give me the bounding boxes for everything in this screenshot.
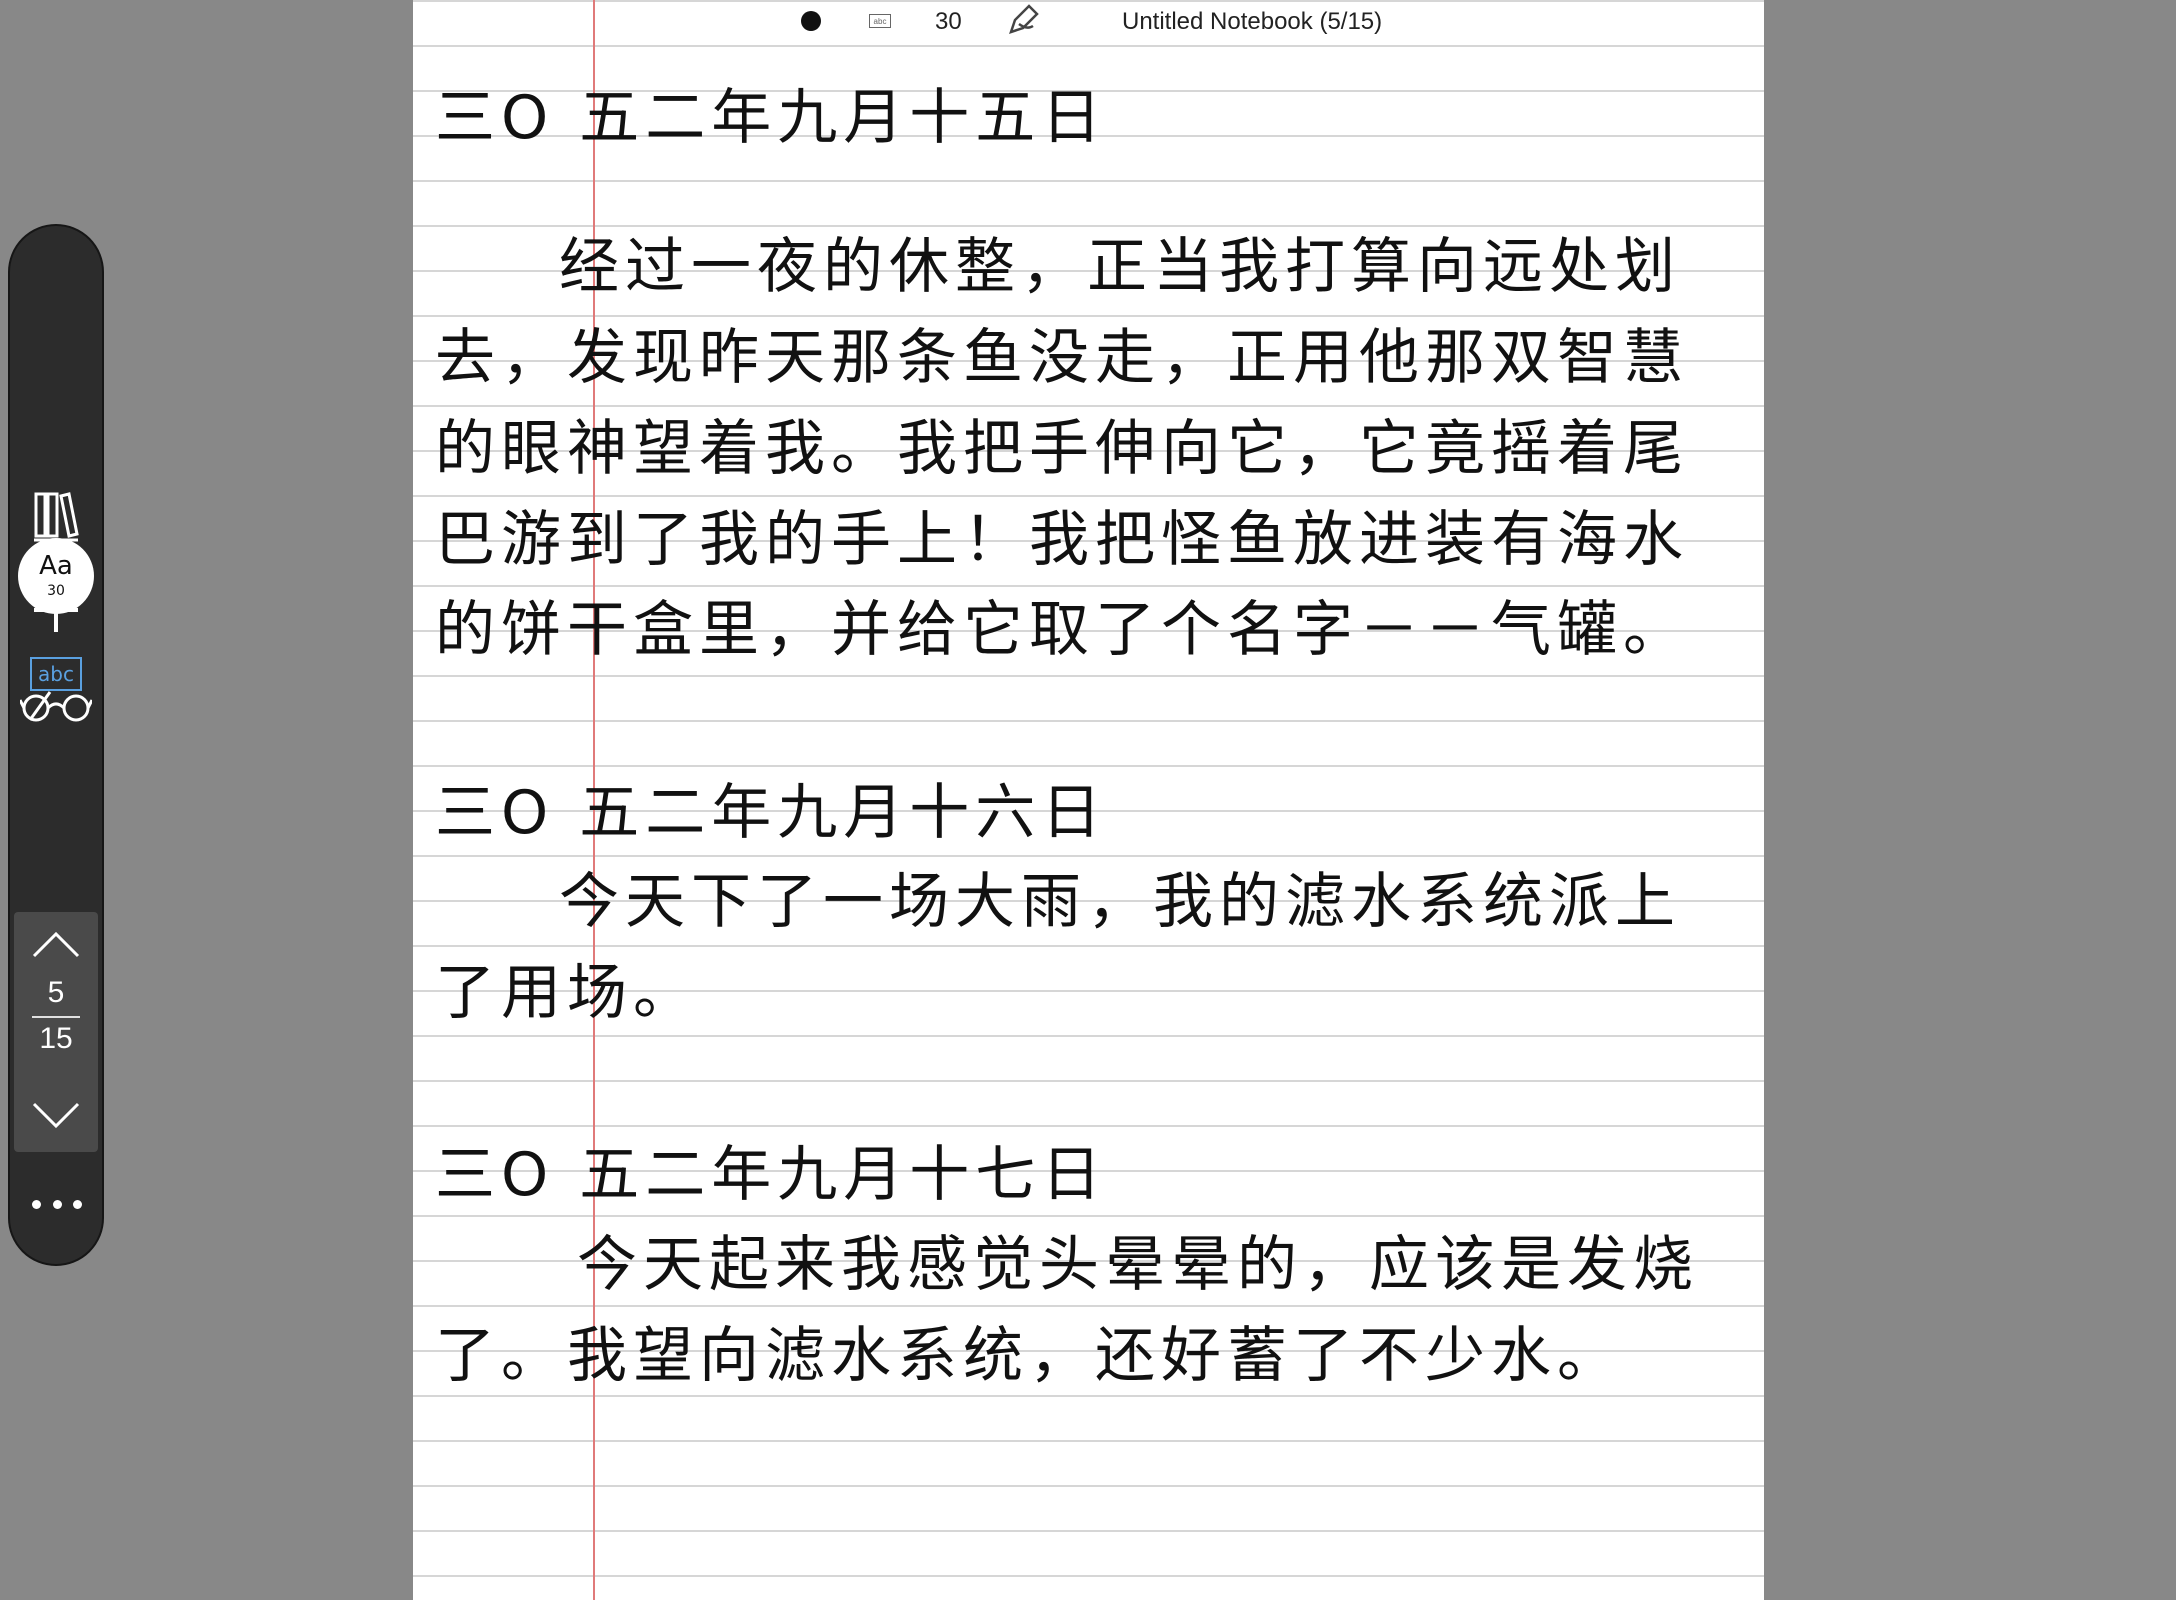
text-recognition-button[interactable]: abc bbox=[30, 657, 82, 691]
entry-line: 今天起来我感觉头晕晕的，应该是发烧 bbox=[577, 1230, 1699, 1300]
more-icon bbox=[32, 1199, 41, 1209]
current-page: 5 bbox=[47, 976, 65, 1009]
font-size-button[interactable]: Aa 30 bbox=[18, 538, 94, 614]
glasses-icon bbox=[20, 686, 92, 726]
entry-line: 巴游到了我的手上！我把怪鱼放进装有海水 bbox=[435, 505, 1689, 575]
entry-line: 今天下了一场大雨，我的滤水系统派上 bbox=[559, 867, 1681, 937]
entry-line: 的眼神望着我。我把手伸向它，它竟摇着尾 bbox=[435, 414, 1689, 484]
page-down-button[interactable] bbox=[10, 1084, 102, 1148]
entry-line: 了用场。 bbox=[435, 958, 699, 1028]
total-pages: 15 bbox=[39, 1022, 73, 1055]
side-toolbar: Aa 30 abc 5 15 bbox=[8, 224, 104, 1266]
entry-date: 三O 五二年九月十七日 bbox=[435, 1140, 1108, 1210]
entry-line: 了。我望向滤水系统，还好蓄了不少水。 bbox=[435, 1321, 1623, 1391]
entry-date: 三O 五二年九月十五日 bbox=[435, 83, 1108, 153]
abc-icon: abc bbox=[38, 662, 74, 686]
status-bar: abc 30 Untitled Notebook (5/15) bbox=[413, 0, 1764, 44]
entry-line: 去，发现昨天那条鱼没走，正用他那双智慧 bbox=[435, 323, 1689, 393]
pen-color-indicator bbox=[801, 11, 821, 31]
entry-date: 三O 五二年九月十六日 bbox=[435, 778, 1108, 848]
page-up-button[interactable] bbox=[10, 912, 102, 976]
pen-size-indicator: 30 bbox=[935, 8, 962, 35]
entry-line: 经过一夜的休整，正当我打算向远处划 bbox=[559, 232, 1681, 302]
page-divider bbox=[32, 1016, 80, 1018]
notebook-title: Untitled Notebook (5/15) bbox=[1122, 8, 1383, 35]
page-down-icon bbox=[32, 1102, 80, 1130]
page-up-icon bbox=[32, 930, 80, 958]
more-icon bbox=[52, 1199, 62, 1209]
more-button[interactable] bbox=[32, 1194, 82, 1214]
library-icon bbox=[32, 488, 80, 544]
pen-status-icon bbox=[1005, 2, 1041, 45]
font-size-icon: Aa bbox=[39, 551, 73, 581]
page-navigator: 5 15 bbox=[14, 912, 98, 1152]
more-icon bbox=[73, 1199, 82, 1209]
mini-abc-icon: abc bbox=[869, 14, 891, 28]
entry-line: 的饼干盒里，并给它取了个名字－－气罐。 bbox=[435, 595, 1689, 665]
font-size-value: 30 bbox=[47, 583, 65, 599]
notebook-page[interactable]: abc 30 Untitled Notebook (5/15) 三O 五二年九月… bbox=[413, 0, 1764, 1600]
